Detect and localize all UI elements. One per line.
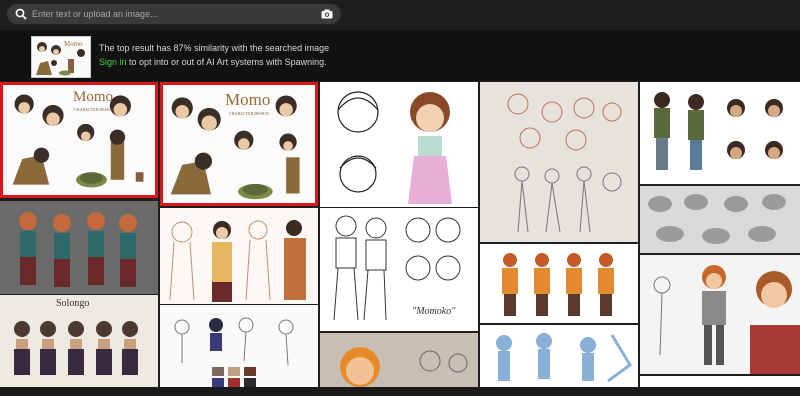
result-image-bottom-strip[interactable] xyxy=(640,376,800,387)
result-image-orange-outfit-turnaround[interactable] xyxy=(480,244,638,323)
image-results-grid: Momo CHARACTER DESIGN Solongo Momo CHARA… xyxy=(0,81,800,396)
top-bar: Enter text or upload an image... xyxy=(0,0,800,30)
result-image-gray-creature-sheet[interactable] xyxy=(640,186,800,253)
result-image-momoko-lineart[interactable]: "Momoko" xyxy=(320,208,478,331)
sign-in-line: Sign in to opt into or out of AI Art sys… xyxy=(99,57,327,67)
result-image-color-swatch-sketches[interactable] xyxy=(160,305,318,387)
result-info-bar: Momo The top result has 87% similarity w… xyxy=(0,30,800,81)
result-image-curly-hair-sheet[interactable] xyxy=(640,82,800,184)
result-image-redhead-turnaround[interactable] xyxy=(0,201,158,294)
similarity-text: The top result has 87% similarity with t… xyxy=(99,43,330,53)
result-image-orange-hair-character[interactable] xyxy=(320,333,478,387)
result-image-momo-sheet-2[interactable]: Momo CHARACTER DESIGN xyxy=(160,82,318,206)
magnifier-icon[interactable] xyxy=(15,8,27,20)
solongo-title: Solongo xyxy=(56,298,90,309)
result-image-red-sketch-sheet[interactable] xyxy=(480,82,638,242)
bottom-bar xyxy=(0,387,800,396)
momo-title-2: Momo xyxy=(225,90,271,109)
search-bar[interactable]: Enter text or upload an image... xyxy=(7,4,341,24)
svg-text:Momo: Momo xyxy=(64,40,83,48)
momo-subtitle-2: CHARACTER DESIGN xyxy=(229,111,269,116)
camera-icon[interactable] xyxy=(321,9,333,19)
result-image-pink-dress-girl[interactable] xyxy=(320,82,478,207)
result-image-blue-figures-sketch[interactable] xyxy=(480,325,638,387)
query-thumbnail: Momo xyxy=(31,36,91,78)
momoko-caption: "Momoko" xyxy=(412,306,456,317)
opt-text: to opt into or out of AI Art systems wit… xyxy=(126,57,327,67)
momo-subtitle: CHARACTER DESIGN xyxy=(74,107,114,112)
result-image-solongo-sheet[interactable]: Solongo xyxy=(0,295,158,387)
sign-in-link[interactable]: Sign in xyxy=(99,57,127,67)
momo-title: Momo xyxy=(73,89,114,105)
result-image-momo-sheet-1[interactable]: Momo CHARACTER DESIGN xyxy=(0,82,158,198)
result-image-sketch-violinist[interactable] xyxy=(160,208,318,304)
result-image-orange-hair-boy[interactable] xyxy=(640,255,800,374)
search-input[interactable]: Enter text or upload an image... xyxy=(32,4,158,24)
